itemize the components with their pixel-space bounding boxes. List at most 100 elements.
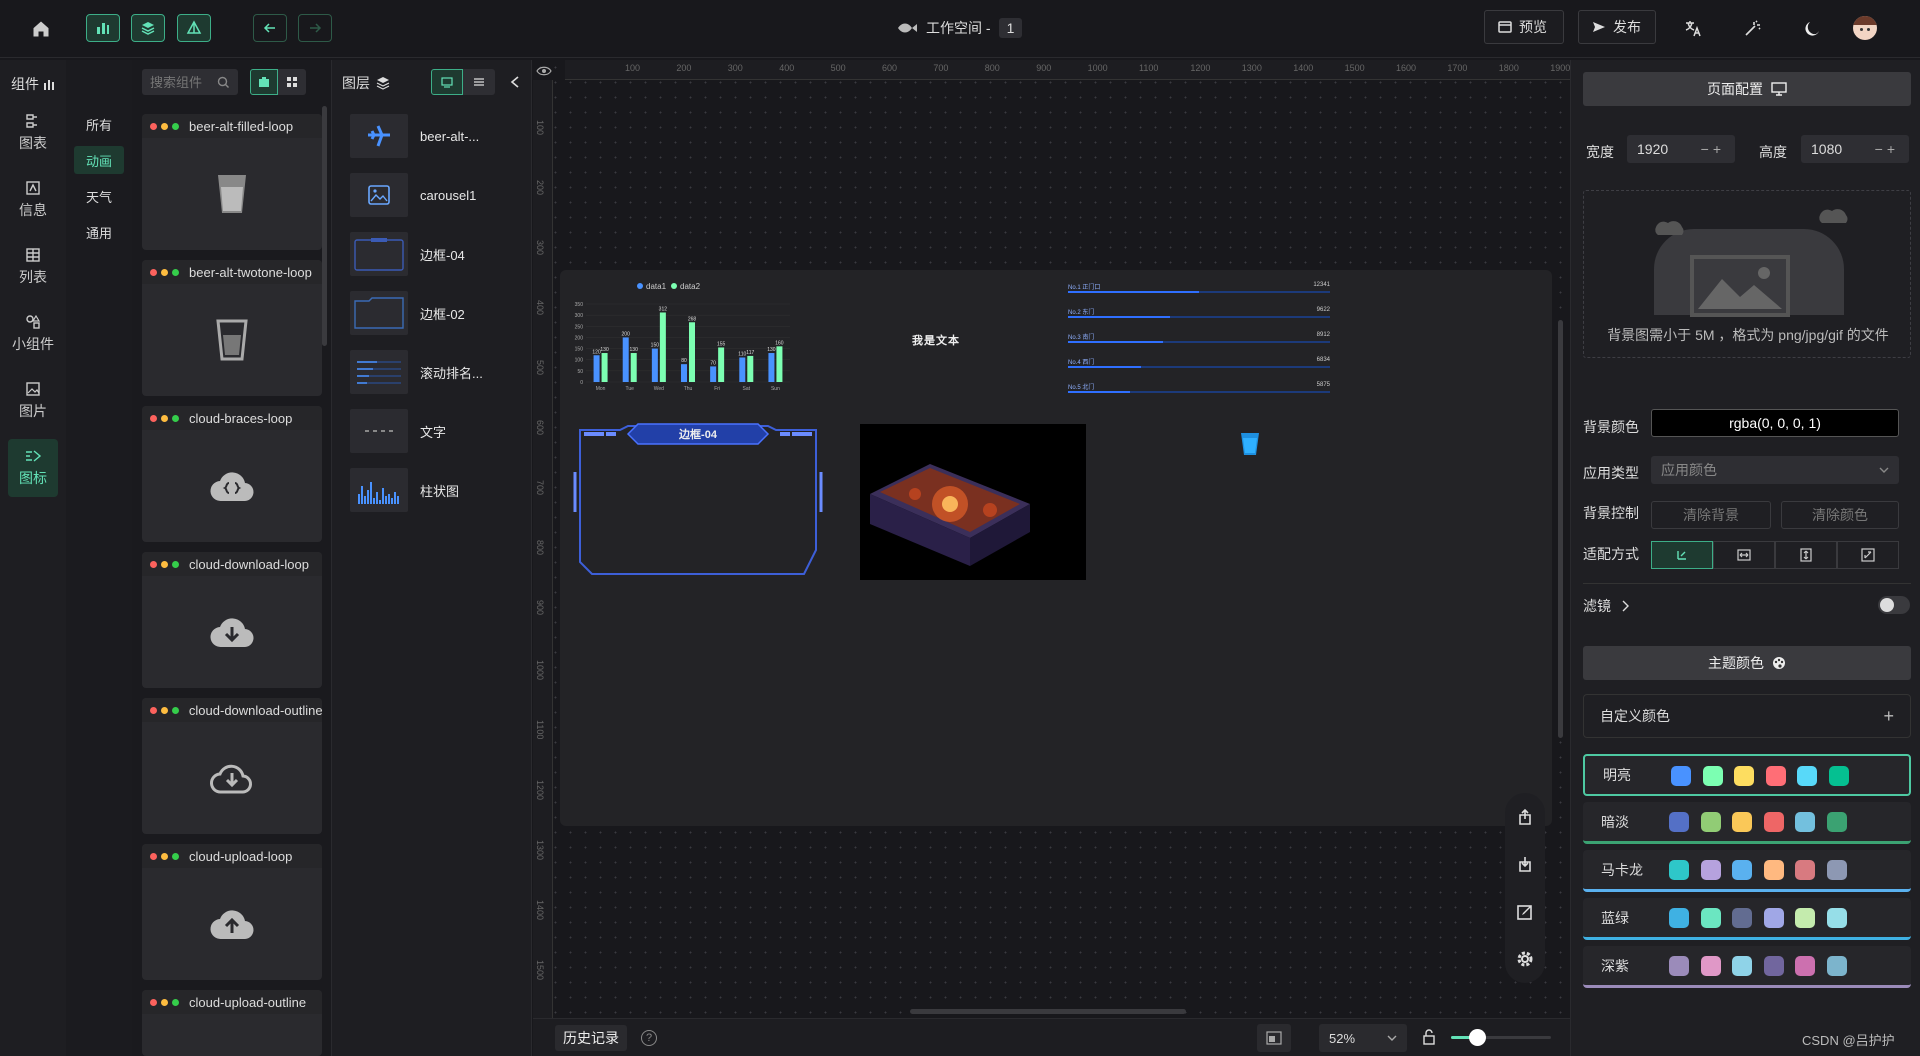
component-card[interactable]: cloud-braces-loop	[142, 406, 322, 542]
layers-toggle-button[interactable]	[131, 14, 165, 42]
background-upload-area[interactable]: 背景图需小于 5M ，格式为 png/jpg/gif 的文件	[1583, 190, 1911, 358]
layer-list-view-button[interactable]	[463, 69, 495, 95]
collapse-chevron-icon[interactable]	[505, 72, 525, 92]
gear-icon[interactable]	[1513, 947, 1537, 971]
bar-chart-widget[interactable]: data1 data2 0 50 100 150 200 250 300 350 Mon 120 130…	[564, 278, 796, 398]
canvas-stage[interactable]: data1 data2 0 50 100 150 200 250 300 350 Mon 120 130…	[560, 270, 1552, 826]
theme-option[interactable]: 暗淡	[1583, 802, 1911, 844]
minimap-toggle-button[interactable]	[1257, 1024, 1291, 1052]
add-color-icon[interactable]: +	[1883, 706, 1894, 727]
theme-option[interactable]: 马卡龙	[1583, 850, 1911, 892]
bar-value-label: 160	[775, 340, 784, 346]
filter-row[interactable]: 滤镜	[1583, 596, 1629, 616]
component-card[interactable]: cloud-upload-loop	[142, 844, 322, 980]
preview-button[interactable]: 预览	[1484, 10, 1564, 44]
history-button[interactable]: 历史记录	[555, 1025, 627, 1051]
layer-item[interactable]: 边框-02	[350, 289, 528, 337]
component-card[interactable]: cloud-download-outline	[142, 698, 322, 834]
ranking-value: 6834	[1316, 357, 1330, 363]
zoom-select[interactable]: 52%	[1319, 1024, 1407, 1052]
width-stepper[interactable]: −+	[1701, 141, 1725, 157]
layer-item[interactable]: 柱状图	[350, 466, 528, 514]
home-icon[interactable]	[28, 16, 54, 42]
theme-color-tab[interactable]: 主题颜色	[1583, 646, 1911, 680]
width-input[interactable]: 1920 −+	[1627, 135, 1735, 163]
fit-width-button[interactable]	[1713, 541, 1775, 569]
layer-thumbnail	[350, 291, 408, 335]
height-stepper[interactable]: −+	[1875, 141, 1899, 157]
layer-item[interactable]: 滚动排名...	[350, 348, 528, 396]
theme-option[interactable]: 深紫	[1583, 946, 1911, 988]
undo-button[interactable]	[253, 14, 287, 42]
component-card[interactable]: beer-alt-twotone-loop	[142, 260, 322, 396]
clear-background-button[interactable]: 清除背景	[1651, 501, 1771, 529]
nav-item-icon[interactable]: 图标	[8, 439, 58, 497]
search-box[interactable]	[142, 69, 238, 95]
legend-label: data1	[646, 282, 667, 291]
layer-thumbnail	[350, 409, 408, 453]
horizontal-scrollbar[interactable]	[910, 1009, 1186, 1014]
import-icon[interactable]	[1513, 852, 1537, 876]
theme-color-swatch	[1795, 860, 1815, 880]
legend-marker	[637, 283, 643, 289]
nav-item-image[interactable]: 图片	[8, 372, 58, 430]
nav-item-table[interactable]: 列表	[8, 238, 58, 296]
moon-icon[interactable]	[1800, 17, 1824, 41]
component-card-title: cloud-download-outline	[188, 702, 322, 718]
layer-item[interactable]: beer-alt-...	[350, 112, 528, 160]
chart-panel-toggle-button[interactable]	[86, 14, 120, 42]
nav-label: 信息	[19, 202, 47, 218]
beer-cup-icon[interactable]	[1240, 432, 1260, 456]
layer-item[interactable]: 文字	[350, 407, 528, 455]
nav-item-chart[interactable]: 图表	[8, 104, 58, 162]
workspace-number[interactable]: 1	[998, 18, 1023, 38]
height-input[interactable]: 1080 −+	[1801, 135, 1909, 163]
scrollbar[interactable]	[322, 106, 327, 346]
single-column-view-button[interactable]	[250, 69, 278, 95]
zoom-slider-handle[interactable]	[1469, 1029, 1486, 1046]
nav-item-widget[interactable]: 小组件	[8, 305, 58, 363]
avatar[interactable]	[1853, 16, 1877, 40]
help-icon[interactable]: ?	[641, 1030, 657, 1046]
layer-item[interactable]: carousel1	[350, 171, 528, 219]
fit-full-button[interactable]	[1837, 541, 1899, 569]
export-icon[interactable]	[1513, 805, 1537, 829]
scroll-ranking-widget[interactable]: No.1 正门口 12341 No.2 东门 9622 No.3 南门 8912 No.4 …	[1068, 282, 1330, 422]
grid-view-button[interactable]	[278, 69, 306, 95]
subnav-item-animation[interactable]: 动画	[74, 146, 124, 174]
zoom-slider[interactable]	[1451, 1029, 1551, 1046]
fit-height-button[interactable]	[1775, 541, 1837, 569]
custom-color-row[interactable]: 自定义颜色 +	[1583, 694, 1911, 738]
border-04-widget[interactable]: 边框-04	[570, 422, 826, 578]
layer-item[interactable]: 边框-04	[350, 230, 528, 278]
subnav-item-general[interactable]: 通用	[74, 218, 124, 246]
publish-button[interactable]: 发布	[1578, 10, 1656, 44]
lock-icon[interactable]	[1421, 1028, 1437, 1046]
carousel-image[interactable]	[860, 424, 1086, 580]
redo-button[interactable]	[298, 14, 332, 42]
component-card[interactable]: cloud-download-loop	[142, 552, 322, 688]
component-card[interactable]: beer-alt-filled-loop	[142, 114, 322, 250]
theme-option[interactable]: 蓝绿	[1583, 898, 1911, 940]
app-type-select[interactable]: 应用颜色	[1651, 456, 1899, 484]
page-config-tab[interactable]: 页面配置	[1583, 72, 1911, 106]
eye-icon[interactable]	[535, 63, 553, 79]
text-widget[interactable]: 我是文本	[912, 332, 960, 348]
search-input[interactable]	[150, 74, 216, 90]
subnav-item-all[interactable]: 所有	[74, 110, 124, 138]
vertical-scrollbar[interactable]	[1558, 320, 1563, 738]
subnav-item-weather[interactable]: 天气	[74, 182, 124, 210]
details-toggle-button[interactable]	[177, 14, 211, 42]
theme-option[interactable]: 明亮	[1583, 754, 1911, 796]
theme-color-swatch	[1732, 812, 1752, 832]
clear-color-button[interactable]: 清除颜色	[1781, 501, 1899, 529]
translate-icon[interactable]	[1681, 17, 1705, 41]
component-card[interactable]: cloud-upload-outline	[142, 990, 322, 1056]
nav-item-info[interactable]: 信息	[8, 171, 58, 229]
bg-color-picker[interactable]: rgba(0, 0, 0, 1)	[1651, 409, 1899, 437]
fit-auto-button[interactable]	[1651, 541, 1713, 569]
magic-wand-icon[interactable]	[1740, 17, 1764, 41]
layer-thumbnail-view-button[interactable]	[431, 69, 463, 95]
edit-icon[interactable]	[1513, 900, 1537, 924]
filter-toggle[interactable]	[1878, 596, 1910, 614]
